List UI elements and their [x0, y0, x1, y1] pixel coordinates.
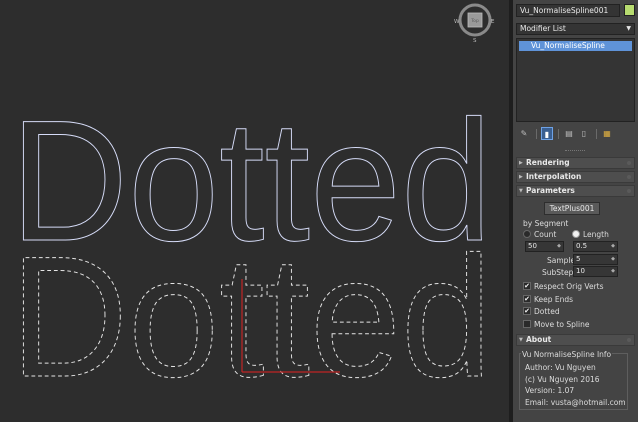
rollout-grip-icon — [627, 161, 631, 165]
spinner-arrows-icon[interactable]: ◆ — [611, 267, 615, 276]
move-to-spline-checkbox[interactable] — [523, 320, 531, 328]
substeps-label: SubSteps — [542, 268, 578, 277]
configure-sets-icon[interactable]: ▦ — [601, 127, 613, 140]
modifier-stack[interactable]: Vu_NormaliseSpline — [516, 38, 635, 122]
expand-arrow-icon: ▶ — [519, 174, 523, 180]
respect-orig-verts-label: Respect Orig Verts — [534, 282, 604, 291]
samples-value: 5 — [576, 255, 581, 263]
toolbar-divider — [596, 129, 597, 139]
about-author: Author: Vu Nguyen — [525, 363, 596, 372]
remove-modifier-icon[interactable]: ▯ — [578, 127, 590, 140]
about-version: Version: 1.07 — [525, 386, 575, 395]
count-radio[interactable] — [523, 230, 531, 238]
length-label: Length — [583, 230, 609, 239]
length-spinner[interactable]: 0.5 ◆ — [573, 241, 618, 252]
spinner-arrows-icon[interactable]: ◆ — [557, 242, 561, 251]
rollout-title: Parameters — [526, 186, 575, 195]
viewcube-face-label: Top — [470, 18, 479, 24]
rollout-grip-icon — [627, 175, 631, 179]
dotted-checkbox[interactable]: ✔ — [523, 307, 531, 315]
respect-orig-verts-checkbox[interactable]: ✔ — [523, 282, 531, 290]
count-spinner[interactable]: 50 ◆ — [525, 241, 564, 252]
toolbar-divider — [558, 129, 559, 139]
rollout-grip-icon — [627, 189, 631, 193]
keep-ends-label: Keep Ends — [534, 295, 574, 304]
substeps-spinner[interactable]: 10 ◆ — [573, 266, 618, 277]
rollout-interpolation[interactable]: ▶ Interpolation — [516, 171, 635, 183]
compass-east-label: E — [491, 19, 495, 25]
toolbar-divider — [536, 129, 537, 139]
pin-icon[interactable]: ✎ — [518, 127, 530, 140]
modifier-list-dropdown[interactable]: Modifier List ▼ — [516, 23, 635, 35]
viewcube[interactable]: Top W E S — [453, 3, 497, 43]
compass-west-label: W — [454, 19, 460, 25]
about-copyright: (c) Vu Nguyen 2016 — [525, 375, 600, 384]
count-value: 50 — [528, 242, 537, 250]
length-value: 0.5 — [576, 242, 588, 250]
object-color-swatch[interactable] — [624, 4, 635, 16]
stack-toolbar: ✎ ▮ ▤ ▯ ▦ — [516, 126, 635, 142]
about-email: Email: vusta@hotmail.com — [525, 398, 626, 407]
rollout-grip-icon — [627, 338, 631, 342]
modifier-list-label: Modifier List — [520, 24, 566, 33]
substeps-value: 10 — [576, 267, 585, 275]
spinner-arrows-icon[interactable]: ◆ — [611, 242, 615, 251]
pick-object-button[interactable]: TextPlus001 — [544, 202, 600, 215]
rollout-parameters[interactable]: ▼ Parameters — [516, 185, 635, 197]
rollout-rendering[interactable]: ▶ Rendering — [516, 157, 635, 169]
object-name-field[interactable]: Vu_NormaliseSpline001 — [516, 4, 620, 17]
expand-arrow-icon: ▶ — [519, 160, 523, 166]
count-label: Count — [534, 230, 557, 239]
info-group-title: Vu NormaliseSpline Info — [521, 350, 613, 359]
by-segment-label: by Segment — [523, 219, 569, 228]
show-end-result-icon[interactable]: ▮ — [541, 127, 553, 140]
dotted-text-dotted-spline: Dotted — [10, 221, 492, 413]
collapse-arrow-icon: ▼ — [519, 337, 523, 343]
rollout-about[interactable]: ▼ About — [516, 334, 635, 346]
move-to-spline-label: Move to Spline — [534, 320, 590, 329]
chevron-down-icon: ▼ — [626, 25, 631, 32]
spinner-arrows-icon[interactable]: ◆ — [611, 255, 615, 264]
rollout-title: Rendering — [526, 158, 570, 167]
keep-ends-checkbox[interactable]: ✔ — [523, 295, 531, 303]
samples-spinner[interactable]: 5 ◆ — [573, 254, 618, 265]
command-panel: Vu_NormaliseSpline001 Modifier List ▼ Vu… — [513, 0, 638, 422]
rollout-title: Interpolation — [526, 172, 582, 181]
dotted-label: Dotted — [534, 307, 560, 316]
panel-resize-grip[interactable] — [565, 150, 585, 152]
viewport[interactable]: Dotted Dotted Top W E S — [0, 0, 509, 422]
scene-canvas: Dotted Dotted — [10, 85, 493, 414]
stack-item-vu-normalisespline[interactable]: Vu_NormaliseSpline — [519, 41, 632, 51]
rollout-title: About — [526, 335, 552, 344]
make-unique-icon[interactable]: ▤ — [563, 127, 575, 140]
length-radio[interactable] — [572, 230, 580, 238]
collapse-arrow-icon: ▼ — [519, 188, 523, 194]
compass-south-label: S — [473, 38, 477, 43]
